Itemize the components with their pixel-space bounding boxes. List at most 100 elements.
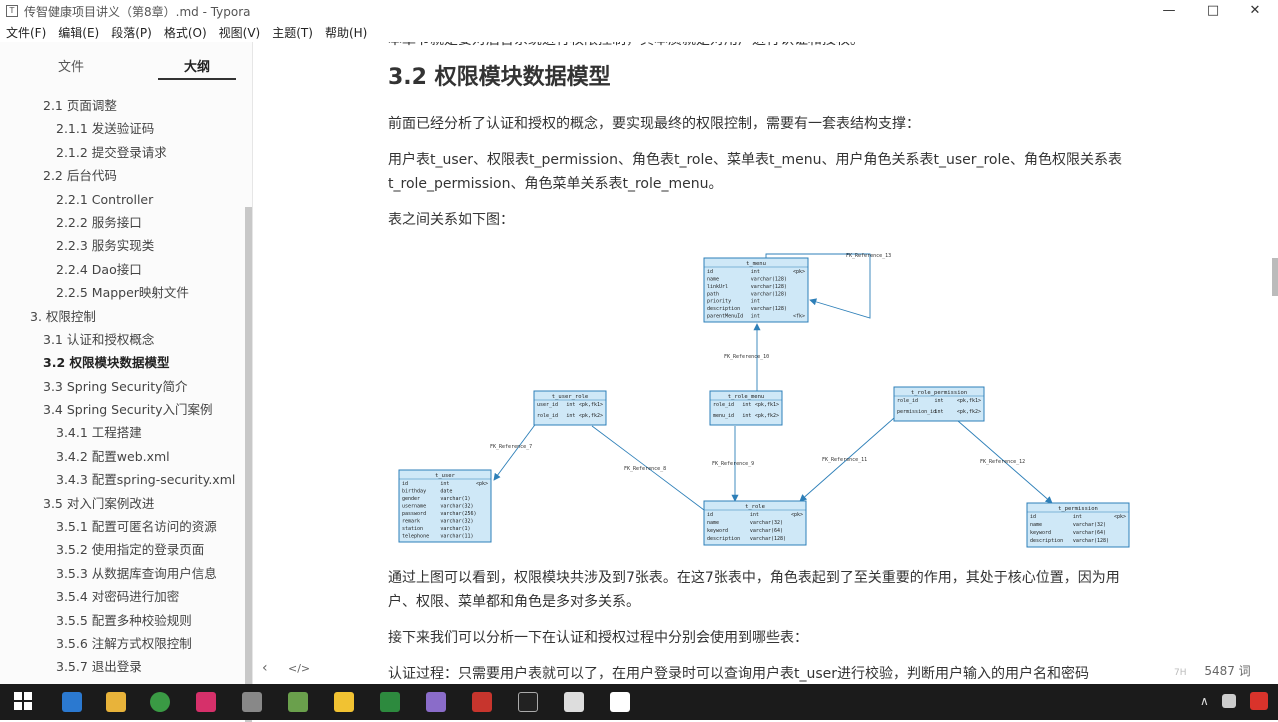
column-name: menu_id: [713, 413, 734, 419]
taskbar: ∧: [0, 684, 1278, 720]
column-name: role_id: [537, 413, 558, 419]
menu-theme[interactable]: 主题(T): [266, 22, 319, 42]
paragraph-intro: 本章节就是要对后台系统进行权限控制，其本质就是对用户进行认证和授权。: [388, 42, 864, 52]
outline-item[interactable]: 2.2.4 Dao接口: [0, 258, 244, 281]
maximize-button[interactable]: □: [1190, 0, 1236, 22]
column-type: int: [566, 413, 575, 419]
column-name: id: [707, 269, 713, 275]
outline-item[interactable]: 3.4.1 工程搭建: [0, 421, 244, 444]
outline-item[interactable]: 2.1.1 发送验证码: [0, 117, 244, 140]
menu-view[interactable]: 视图(V): [213, 22, 267, 42]
column-name: description: [707, 536, 740, 542]
column-name: gender: [402, 496, 420, 502]
outline-item[interactable]: 2.2.2 服务接口: [0, 211, 244, 234]
column-name: keyword: [1030, 530, 1051, 536]
paragraph-3: 表之间关系如下图：: [388, 212, 514, 228]
column-type: int: [751, 269, 760, 275]
outline-item[interactable]: 2.1 页面调整: [0, 94, 244, 117]
column-key: <pk>: [791, 512, 803, 518]
outline-item[interactable]: 2.1.2 提交登录请求: [0, 141, 244, 164]
table-t-user: t_userid int <pk> birthday date gender varchar…: [398, 469, 492, 543]
outline-item[interactable]: 3.5.5 配置多种校验规则: [0, 609, 244, 632]
redis-icon[interactable]: [472, 692, 492, 712]
outline-item[interactable]: 3.5.2 使用指定的登录页面: [0, 538, 244, 561]
menu-file[interactable]: 文件(F): [0, 22, 52, 42]
outline-item[interactable]: 3.4.3 配置spring-security.xml: [0, 468, 244, 491]
app-icon-yellow[interactable]: [334, 692, 354, 712]
app-icon-purple[interactable]: [426, 692, 446, 712]
table-title: t_role_menu: [728, 394, 764, 400]
tab-outline[interactable]: 大纲: [158, 42, 236, 80]
notepad-plus-icon[interactable]: [380, 692, 400, 712]
paragraph-2: 用户表t_user、权限表t_permission、角色表t_role、菜单表t…: [388, 152, 1123, 192]
outline-item[interactable]: 3.4.2 配置web.xml: [0, 445, 244, 468]
status-small: 7H: [1174, 668, 1187, 678]
outline-item[interactable]: 3.5.7 退出登录: [0, 655, 244, 678]
outline-item[interactable]: 3.2 权限模块数据模型: [0, 351, 244, 374]
close-button[interactable]: ✕: [1232, 0, 1278, 22]
column-type: int: [1073, 514, 1082, 520]
outline-item[interactable]: 3.5 对入门案例改进: [0, 492, 244, 515]
relationship-label: FK_Reference_10: [724, 354, 769, 360]
minimize-button[interactable]: —: [1146, 0, 1192, 22]
menu-format[interactable]: 格式(O): [158, 22, 213, 42]
windows-start-icon[interactable]: [14, 692, 34, 712]
column-type: varchar(128): [751, 284, 787, 290]
column-name: username: [402, 504, 426, 510]
outline-item[interactable]: 3.5.6 注解方式权限控制: [0, 632, 244, 655]
file-explorer-icon[interactable]: [106, 692, 126, 712]
column-type: int: [742, 402, 751, 408]
outline-item[interactable]: 3.5.4 对密码进行加密: [0, 585, 244, 608]
sidebar: 文件 大纲 2.1 页面调整 2.1.1 发送验证码 2.1.2 提交登录请求 2.2…: [0, 42, 253, 722]
sidebar-scrollbar[interactable]: [245, 207, 252, 722]
outline-item[interactable]: 2.2.5 Mapper映射文件: [0, 281, 244, 304]
tool-icon[interactable]: [242, 692, 262, 712]
editor-scrollbar[interactable]: [1272, 258, 1278, 296]
menu-help[interactable]: 帮助(H): [319, 22, 373, 42]
column-key: <pk,fk1>: [579, 402, 603, 408]
column-type: varchar(11): [440, 534, 473, 540]
column-name: keyword: [707, 528, 728, 534]
app-icon-green[interactable]: [288, 692, 308, 712]
column-name: role_id: [713, 402, 734, 408]
network-icon[interactable]: [1222, 694, 1236, 708]
intellij-icon[interactable]: [196, 692, 216, 712]
column-type: varchar(128): [1073, 538, 1109, 544]
outline-item[interactable]: 3.3 Spring Security简介: [0, 375, 244, 398]
column-name: linkUrl: [707, 284, 728, 290]
column-name: station: [402, 526, 423, 532]
table-title: t_user: [435, 473, 456, 479]
app-icon-window[interactable]: [564, 692, 584, 712]
typora-taskbar-icon[interactable]: [610, 692, 630, 712]
outline-item[interactable]: 2.2.3 服务实现类: [0, 234, 244, 257]
task-view-icon[interactable]: [62, 692, 82, 712]
relationship-label: FK_Reference_12: [980, 459, 1025, 465]
column-key: <pk>: [476, 481, 488, 487]
tray-chevron-icon[interactable]: ∧: [1200, 694, 1209, 708]
column-name: name: [1030, 522, 1042, 528]
word-count[interactable]: 5487 词: [1204, 664, 1250, 678]
outline-item[interactable]: 3.5.1 配置可匿名访问的资源: [0, 515, 244, 538]
column-name: permission_id: [897, 409, 936, 415]
outline-item[interactable]: 3. 权限控制: [0, 305, 244, 328]
outline-item[interactable]: 3.5.3 从数据库查询用户信息: [0, 562, 244, 585]
menu-edit[interactable]: 编辑(E): [52, 22, 105, 42]
outline-item[interactable]: 3.1 认证和授权概念: [0, 328, 244, 351]
outline-item[interactable]: 3.4 Spring Security入门案例: [0, 398, 244, 421]
status-bar: 7H 5487 词: [1174, 662, 1251, 679]
source-mode-button[interactable]: </>: [288, 662, 310, 675]
outline-item[interactable]: 2.2.1 Controller: [0, 188, 244, 211]
table-title: t_menu: [746, 261, 766, 267]
column-key: <pk,fk2>: [579, 413, 603, 419]
terminal-icon[interactable]: [518, 692, 538, 712]
column-key: <fk>: [793, 314, 805, 320]
menu-paragraph[interactable]: 段落(P): [105, 22, 158, 42]
tray-app-icon[interactable]: [1250, 692, 1268, 710]
tab-files[interactable]: 文件: [16, 42, 126, 84]
column-key: <pk,fk2>: [957, 409, 981, 415]
table-t-permission: t_permissionid int <pk> name varchar(32) keyw…: [1026, 502, 1130, 548]
outline-item[interactable]: 2.2 后台代码: [0, 164, 244, 187]
sidebar-back-button[interactable]: ‹: [262, 660, 268, 676]
chrome-icon[interactable]: [150, 692, 170, 712]
section-heading: 3.2 权限模块数据模型: [388, 65, 611, 90]
